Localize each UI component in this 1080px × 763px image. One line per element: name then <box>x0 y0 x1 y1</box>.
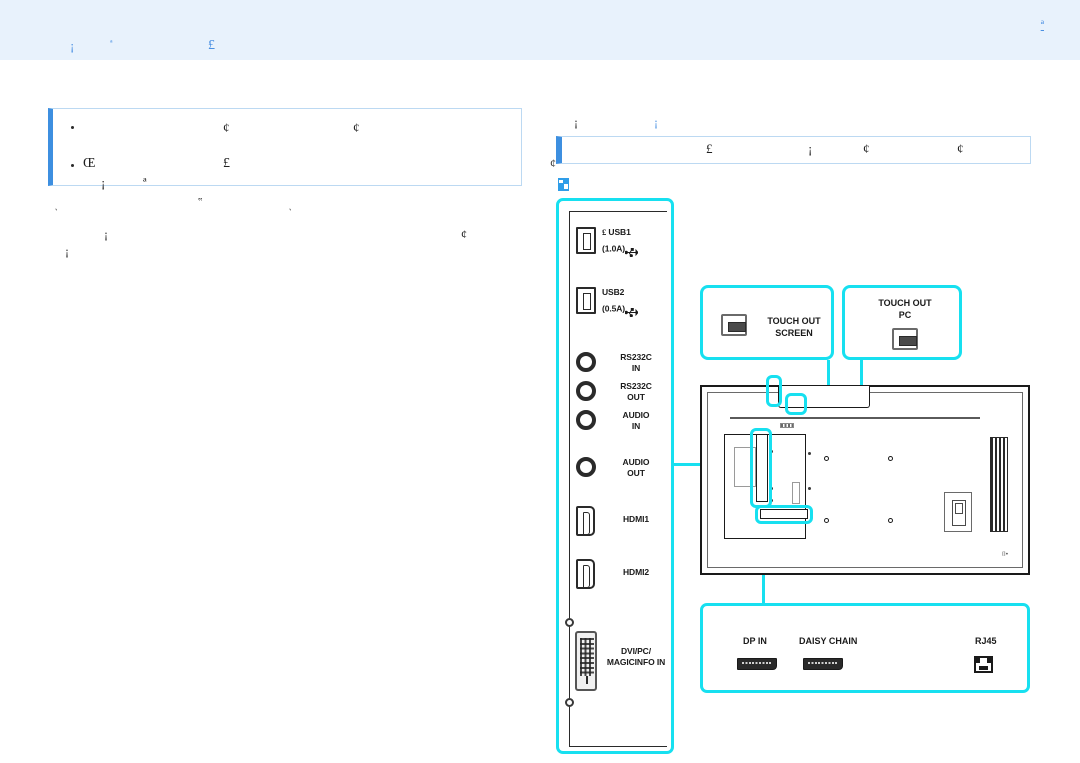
body-glyph-4: ¡ <box>104 227 108 241</box>
body-glyph-2: ‵ <box>55 208 58 219</box>
audio-out-label: AUDIO OUT <box>622 457 650 478</box>
bullet-marker <box>71 126 74 129</box>
note-line2-glyph-a: Œ <box>83 156 96 171</box>
dvi-pin-grid <box>580 638 594 676</box>
usb-symbol-icon <box>624 238 639 260</box>
section-sublabel-dark: ¡ <box>574 115 578 129</box>
leader-line-touch-screen <box>827 360 830 388</box>
header-page-marker: ª <box>1040 18 1044 32</box>
right-content-column: ¡ ¡ £ ¡ ¢ ¢ ¢ £ USB1 (1.0A) USB2 (0.5A) <box>540 60 1080 763</box>
touch-out-screen-usb-b-icon <box>721 314 747 336</box>
touch-out-pc-label: TOUCH OUT PC <box>878 298 932 320</box>
display-horizontal-seam <box>730 417 980 419</box>
vesa-hole <box>808 487 811 490</box>
dvi-screw-top-icon <box>565 618 574 627</box>
bottom-connector-panel: DP IN DAISY CHAIN RJ45 <box>700 603 1030 693</box>
touch-out-screen-box: TOUCH OUT SCREEN <box>700 285 834 360</box>
page-header-band: ¡ ª £ ª <box>0 0 1080 60</box>
note-icon <box>558 178 569 191</box>
usb2-connector-icon <box>576 287 596 314</box>
dvi-connector-icon <box>575 631 597 691</box>
header-glyph-3: £ <box>208 38 215 53</box>
table-glyph-1: £ <box>706 141 713 156</box>
audio-out-connector-icon <box>576 457 596 477</box>
table-outside-glyph: ¢ <box>550 156 556 170</box>
vesa-screw-hole <box>824 456 829 461</box>
touch-out-pc-box: TOUCH OUT PC <box>842 285 962 360</box>
hdmi2-connector-icon <box>576 559 595 589</box>
daisy-chain-connector-icon <box>803 658 843 670</box>
highlight-touch-screen-port <box>766 375 782 407</box>
header-glyph-1: ¡ <box>70 38 75 53</box>
connection-port-panel: £ USB1 (1.0A) USB2 (0.5A) RS232C IN RS23… <box>556 198 674 754</box>
display-label-tag <box>780 423 794 428</box>
body-glyph-5: ¢ <box>461 227 467 241</box>
body-glyph-6: ¡ <box>65 244 69 258</box>
table-glyph-4: ¢ <box>957 141 964 156</box>
note-callout-box: ¢ ¢ Œ £ ¡ ª <box>48 108 522 190</box>
rj45-latch <box>979 666 988 670</box>
dvi-screw-bottom-icon <box>565 698 574 707</box>
usb1-label: £ USB1 (1.0A) <box>602 227 672 260</box>
dvi-flat-slot <box>586 676 588 684</box>
bullet-marker <box>71 164 74 167</box>
note-line1-glyph-a: ¢ <box>223 120 230 135</box>
display-slot-detail <box>792 482 800 504</box>
power-socket-icon <box>952 500 966 526</box>
display-ventilation-grille <box>990 437 1008 532</box>
note-line2-glyph-b: £ <box>223 156 230 171</box>
spec-table-bar: £ ¡ ¢ ¢ <box>556 136 1031 164</box>
audio-in-label: AUDIO IN <box>622 410 650 431</box>
usb-symbol-icon <box>624 298 639 320</box>
touch-out-pc-usb-b-icon <box>892 328 918 350</box>
note-line1-glyph-b: ¢ <box>353 120 360 135</box>
touch-out-screen-label: TOUCH OUT SCREEN <box>767 316 821 338</box>
vesa-screw-hole <box>824 518 829 523</box>
leader-line-touch-pc <box>860 360 863 388</box>
dp-in-label: DP IN <box>743 636 767 646</box>
left-content-column: ¢ ¢ Œ £ ¡ ª ‟ ‵ ‵ ¡ ¢ ¡ <box>0 60 540 763</box>
display-rear-view: ⌷• <box>700 375 1030 575</box>
section-sublabel-blue: ¡ <box>654 115 658 129</box>
display-rear-logo: ⌷• <box>1002 552 1008 558</box>
header-glyph-2: ª <box>110 38 113 48</box>
highlight-touch-pc-port <box>785 393 807 415</box>
highlight-bottom-ports <box>755 505 813 524</box>
hdmi2-label: HDMI2 <box>623 567 649 577</box>
note-line3-glyph-a: ¡ <box>101 175 106 190</box>
vesa-screw-hole <box>888 518 893 523</box>
usb2-label: USB2 (0.5A) <box>602 287 672 320</box>
usb2-label-text: USB2 (0.5A) <box>602 287 626 313</box>
hdmi1-connector-icon <box>576 506 595 536</box>
body-glyph-3: ‵ <box>289 208 292 219</box>
usb1-connector-icon <box>576 227 596 254</box>
highlight-side-ports <box>750 428 772 508</box>
display-power-inlet <box>944 492 972 532</box>
table-glyph-2: ¡ <box>808 141 813 156</box>
rs232c-out-connector-icon <box>576 381 596 401</box>
vesa-screw-hole <box>888 456 893 461</box>
audio-in-connector-icon <box>576 410 596 430</box>
hdmi1-label: HDMI1 <box>623 514 649 524</box>
usb1-prefix-glyph: £ <box>602 227 607 237</box>
dvi-magicinfo-label: DVI/PC/ MAGICINFO IN <box>606 646 666 667</box>
body-glyph-1: ‟ <box>198 197 203 208</box>
dp-in-connector-icon <box>737 658 777 670</box>
rs232c-in-label: RS232C IN <box>620 352 652 373</box>
rj45-connector-icon <box>974 656 993 673</box>
table-glyph-3: ¢ <box>863 141 870 156</box>
rs232c-in-connector-icon <box>576 352 596 372</box>
rj45-label: RJ45 <box>975 636 997 646</box>
vesa-hole <box>808 452 811 455</box>
rs232c-out-label: RS232C OUT <box>620 381 652 402</box>
note-line3-glyph-b: ª <box>143 175 147 190</box>
daisy-chain-label: DAISY CHAIN <box>799 636 858 646</box>
